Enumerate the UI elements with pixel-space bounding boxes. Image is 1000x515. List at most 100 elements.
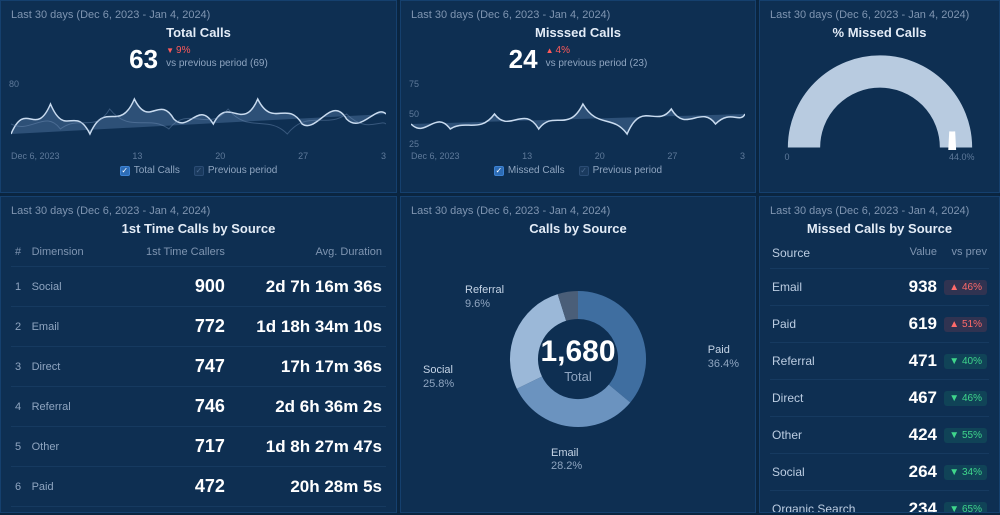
row-source: Referral: [772, 354, 877, 368]
row-index: 4: [11, 387, 28, 427]
legend-previous[interactable]: Previous period: [194, 165, 277, 176]
donut-center: 1,680 Total: [540, 335, 615, 384]
checkbox-icon: [120, 166, 130, 176]
panel-gauge: Last 30 days (Dec 6, 2023 - Jan 4, 2024)…: [759, 0, 1000, 193]
checkbox-icon: [194, 166, 204, 176]
col-index: #: [11, 240, 28, 267]
table-row[interactable]: 4Referral7462d 6h 36m 2s: [11, 387, 386, 427]
row-source: Email: [28, 307, 127, 347]
total-calls-stat: 63 9% vs previous period (69): [11, 44, 386, 75]
table-row[interactable]: 5Other7171d 8h 27m 47s: [11, 427, 386, 467]
row-callers: 900: [127, 267, 229, 307]
list-item[interactable]: Organic Search234▼ 65%: [770, 490, 989, 513]
x-tick: 20: [595, 151, 605, 161]
row-callers: 472: [127, 467, 229, 507]
table-row[interactable]: 2Email7721d 18h 34m 10s: [11, 307, 386, 347]
gauge-title: % Missed Calls: [770, 25, 989, 40]
col-source: Source: [772, 246, 877, 260]
row-delta: ▼ 46%: [937, 390, 987, 406]
row-callers: 746: [127, 387, 229, 427]
table-row[interactable]: 7Organic Search2752d 3h 56m 36s: [11, 507, 386, 514]
list-item[interactable]: Social264▼ 34%: [770, 453, 989, 490]
table-row[interactable]: 1Social9002d 7h 16m 36s: [11, 267, 386, 307]
x-tick: 13: [522, 151, 532, 161]
y-tick: 25: [409, 139, 419, 149]
row-duration: 17h 17m 36s: [229, 347, 386, 387]
row-delta: ▼ 55%: [937, 427, 987, 443]
missed-calls-value: 24: [509, 44, 538, 75]
list-item[interactable]: Paid619▲ 51%: [770, 305, 989, 342]
col-value: Value: [877, 246, 937, 260]
donut-title: Calls by Source: [411, 221, 745, 236]
total-calls-title: Total Calls: [11, 25, 386, 40]
y-tick: 80: [9, 79, 19, 89]
legend-total-calls[interactable]: Total Calls: [120, 165, 180, 176]
total-calls-delta: 9%: [166, 45, 190, 56]
missed-calls-sparkline: 75 50 25: [411, 79, 745, 149]
row-index: 1: [11, 267, 28, 307]
row-value: 234: [877, 499, 937, 513]
checkbox-icon: [494, 166, 504, 176]
list-item[interactable]: Email938▲ 46%: [770, 268, 989, 305]
row-duration: 2d 7h 16m 36s: [229, 267, 386, 307]
list-item[interactable]: Referral471▼ 40%: [770, 342, 989, 379]
donut-total-label: Total: [540, 369, 615, 384]
donut-total: 1,680: [540, 335, 615, 369]
x-tick: Dec 6, 2023: [11, 151, 60, 161]
col-duration: Avg. Duration: [229, 240, 386, 267]
row-delta: ▼ 40%: [937, 353, 987, 369]
list-item[interactable]: Direct467▼ 46%: [770, 379, 989, 416]
donut-label-email: Email28.2%: [551, 447, 582, 475]
row-source: Other: [28, 427, 127, 467]
x-axis: Dec 6, 2023 13 20 27 3: [11, 151, 386, 161]
first-time-table: # Dimension 1st Time Callers Avg. Durati…: [11, 240, 386, 513]
legend-label: Previous period: [208, 165, 277, 176]
row-index: 7: [11, 507, 28, 514]
mcs-title: Missed Calls by Source: [770, 221, 989, 236]
total-calls-value: 63: [129, 44, 158, 75]
row-source: Other: [772, 428, 877, 442]
x-tick: 20: [215, 151, 225, 161]
donut-label-paid: Paid36.4%: [708, 344, 739, 372]
row-callers: 275: [127, 507, 229, 514]
row-duration: 2d 6h 36m 2s: [229, 387, 386, 427]
legend-label: Missed Calls: [508, 165, 565, 176]
legend-label: Total Calls: [134, 165, 180, 176]
row-source: Organic Search: [28, 507, 127, 514]
checkbox-icon: [579, 166, 589, 176]
gauge-chart: [785, 50, 975, 150]
panel-total-calls: Last 30 days (Dec 6, 2023 - Jan 4, 2024)…: [0, 0, 397, 193]
row-source: Direct: [772, 391, 877, 405]
donut-chart: 1,680 Total Paid36.4% Email28.2% Social2…: [411, 244, 745, 474]
row-delta: ▲ 46%: [937, 279, 987, 295]
row-value: 938: [877, 277, 937, 297]
row-source: Paid: [772, 317, 877, 331]
x-tick: 13: [132, 151, 142, 161]
panel-first-time-calls: Last 30 days (Dec 6, 2023 - Jan 4, 2024)…: [0, 196, 397, 513]
legend-previous[interactable]: Previous period: [579, 165, 662, 176]
col-vsprev: vs prev: [937, 246, 987, 260]
legend-label: Previous period: [593, 165, 662, 176]
donut-label-social: Social25.8%: [423, 364, 454, 392]
row-delta: ▼ 65%: [937, 501, 987, 513]
gauge-max: 44.0%: [949, 152, 975, 162]
row-index: 3: [11, 347, 28, 387]
legend: Total Calls Previous period: [11, 165, 386, 176]
row-value: 467: [877, 388, 937, 408]
period-label: Last 30 days (Dec 6, 2023 - Jan 4, 2024): [411, 205, 745, 217]
x-axis: Dec 6, 2023 13 20 27 3: [411, 151, 745, 161]
y-tick: 75: [409, 79, 419, 89]
period-label: Last 30 days (Dec 6, 2023 - Jan 4, 2024): [770, 205, 989, 217]
list-item[interactable]: Other424▼ 55%: [770, 416, 989, 453]
col-dimension: Dimension: [28, 240, 127, 267]
row-duration: 1d 8h 27m 47s: [229, 427, 386, 467]
row-callers: 772: [127, 307, 229, 347]
table-row[interactable]: 6Paid47220h 28m 5s: [11, 467, 386, 507]
legend-missed-calls[interactable]: Missed Calls: [494, 165, 565, 176]
panel-missed-by-source: Last 30 days (Dec 6, 2023 - Jan 4, 2024)…: [759, 196, 1000, 513]
row-delta: ▲ 51%: [937, 316, 987, 332]
table-row[interactable]: 3Direct74717h 17m 36s: [11, 347, 386, 387]
col-callers: 1st Time Callers: [127, 240, 229, 267]
panel-calls-by-source: Last 30 days (Dec 6, 2023 - Jan 4, 2024)…: [400, 196, 756, 513]
row-source: Direct: [28, 347, 127, 387]
